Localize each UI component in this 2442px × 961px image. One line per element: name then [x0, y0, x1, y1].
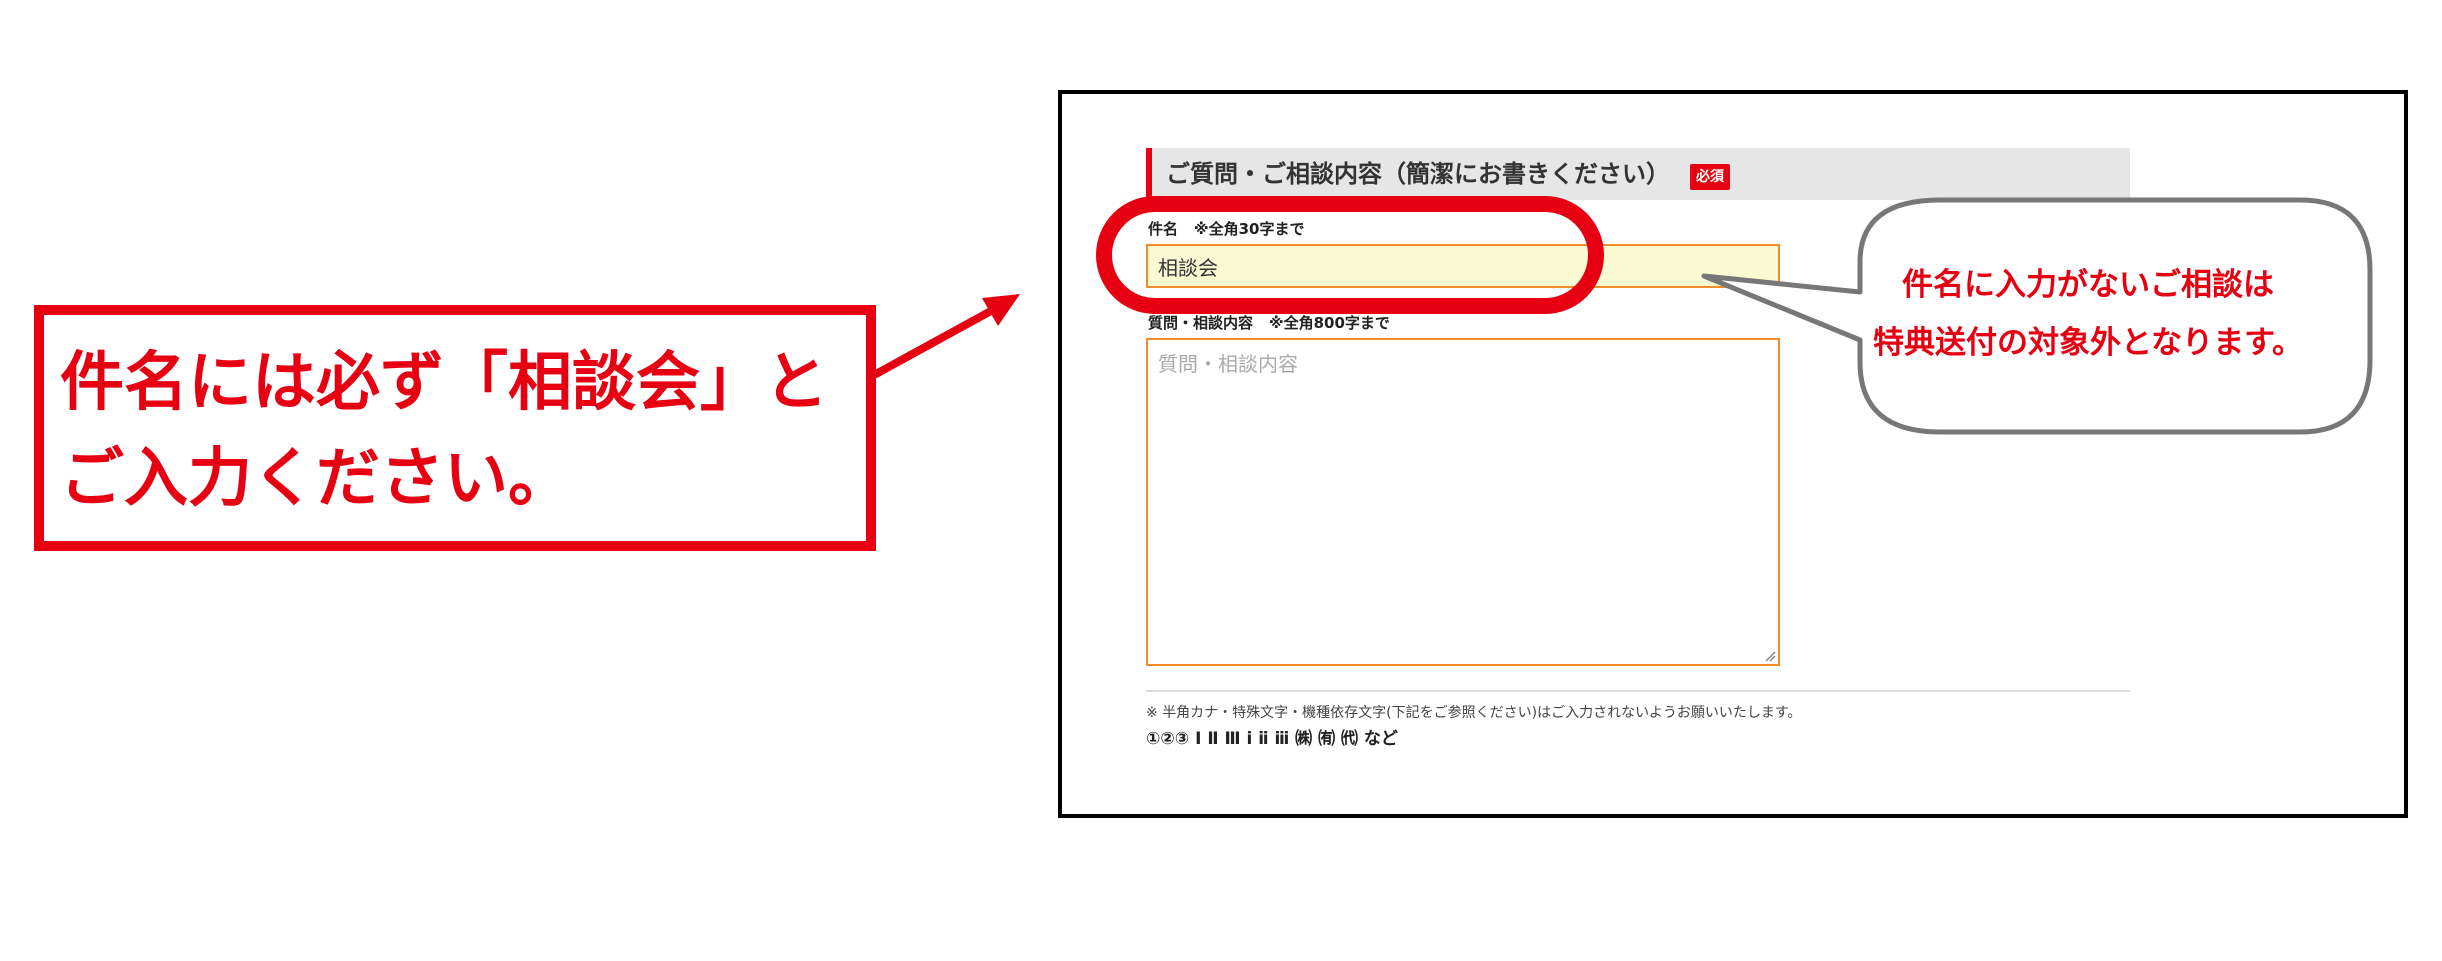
section-title: ご質問・ご相談内容（簡潔にお書きください） [1166, 160, 1670, 188]
required-badge: 必須 [1690, 164, 1730, 190]
body-label-text: 質問・相談内容 [1148, 314, 1254, 332]
instruction-callout: 件名には必ず「相談会」と ご入力ください。 [34, 305, 876, 551]
bubble-line-2: 特典送付の対象外となります。 [1873, 325, 2303, 361]
divider [1146, 690, 2130, 692]
instruction-line-2: ご入力ください。 [60, 442, 572, 516]
subject-highlight-oval [1096, 196, 1604, 314]
dependent-characters-example: ①②③ Ⅰ Ⅱ Ⅲ ⅰ ⅱ ⅲ ㈱ ㈲ ㈹ など [1146, 729, 1398, 749]
pointer-arrow-icon [872, 294, 1020, 378]
resize-handle-icon[interactable] [1764, 650, 1776, 662]
instruction-line-1: 件名には必ず「相談会」と [60, 346, 828, 420]
body-limit-note: ※全角800字まで [1269, 314, 1390, 332]
bubble-line-1: 件名に入力がないご相談は [1902, 267, 2274, 303]
body-label: 質問・相談内容 ※全角800字まで [1148, 312, 1390, 333]
bubble-message: 件名に入力がないご相談は 特典送付の対象外となります。 [1818, 256, 2358, 372]
character-footnote: ※ 半角カナ・特殊文字・機種依存文字(下記をご参照ください)はご入力されないよう… [1146, 705, 1802, 721]
